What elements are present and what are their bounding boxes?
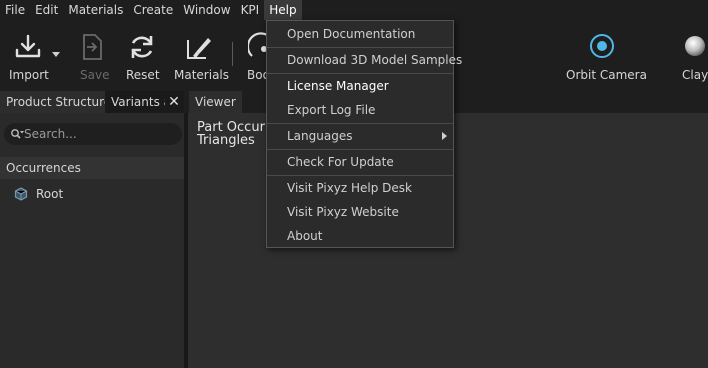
- menu-file[interactable]: File: [0, 0, 30, 20]
- search-box[interactable]: [4, 123, 182, 145]
- orbit-camera-icon: [590, 34, 614, 58]
- save-icon: [83, 34, 102, 60]
- menu-help[interactable]: Help: [264, 0, 302, 20]
- menu-edit[interactable]: Edit: [30, 0, 63, 20]
- menu-window[interactable]: Window: [178, 0, 235, 20]
- clay-sphere-icon: [685, 36, 705, 56]
- orbit-camera-label: Orbit Camera: [566, 68, 647, 82]
- materials-button[interactable]: Materials: [172, 20, 230, 90]
- menu-separator: [267, 175, 453, 176]
- reset-label: Reset: [126, 68, 160, 82]
- menu-separator: [267, 123, 453, 124]
- menu-separator: [267, 73, 453, 74]
- import-button[interactable]: Import: [4, 20, 52, 90]
- clay-label: Clay: [682, 68, 708, 82]
- viewer-stats: Part Occur Triangles: [197, 121, 265, 147]
- import-label: Import: [9, 68, 49, 82]
- stat-triangles: Triangles: [197, 133, 255, 148]
- menu-item-about[interactable]: About: [267, 225, 453, 247]
- menu-item-languages-label: Languages: [287, 129, 353, 143]
- assembly-icon: [14, 187, 28, 201]
- menu-create[interactable]: Create: [128, 0, 178, 20]
- menu-item-languages[interactable]: Languages: [267, 125, 453, 147]
- product-structure-panel: Occurrences Root: [0, 113, 184, 368]
- menu-item-website[interactable]: Visit Pixyz Website: [267, 201, 453, 223]
- search-input[interactable]: [24, 127, 164, 141]
- close-icon[interactable]: ✕: [165, 91, 183, 113]
- reset-icon: [131, 36, 153, 58]
- boo-button[interactable]: Boo: [244, 20, 270, 90]
- import-dropdown-arrow-icon[interactable]: [52, 52, 60, 58]
- import-icon: [15, 34, 41, 58]
- menu-item-download-samples[interactable]: Download 3D Model Samples: [267, 49, 462, 71]
- search-icon: [11, 129, 24, 139]
- tab-product-structure[interactable]: Product Structure: [0, 91, 105, 113]
- menu-item-open-documentation[interactable]: Open Documentation: [267, 23, 453, 45]
- menu-separator: [267, 47, 453, 48]
- submenu-arrow-icon: [442, 132, 447, 140]
- brush-icon: [187, 38, 211, 59]
- menu-item-check-update[interactable]: Check For Update: [267, 151, 453, 173]
- menu-separator: [267, 149, 453, 150]
- tab-viewer[interactable]: Viewer: [189, 91, 242, 113]
- menu-item-export-log[interactable]: Export Log File: [267, 99, 453, 121]
- menu-materials[interactable]: Materials: [63, 0, 128, 20]
- save-button[interactable]: Save: [72, 20, 112, 90]
- help-dropdown-menu: Open Documentation Download 3D Model Sam…: [266, 20, 462, 248]
- menu-kpi[interactable]: KPI: [236, 0, 265, 20]
- tab-variants[interactable]: Variants a: [105, 91, 165, 113]
- tree-item-root-label: Root: [36, 187, 64, 201]
- materials-label: Materials: [174, 68, 230, 82]
- orbit-camera-button[interactable]: Orbit Camera: [560, 20, 647, 90]
- tree-item-root[interactable]: Root: [14, 187, 63, 201]
- menu-bar: File Edit Materials Create Window KPI He…: [0, 0, 708, 20]
- menu-item-license-manager[interactable]: License Manager: [267, 75, 453, 97]
- menu-item-help-desk[interactable]: Visit Pixyz Help Desk: [267, 177, 453, 199]
- save-label: Save: [80, 68, 110, 82]
- clay-button[interactable]: Clay: [680, 20, 708, 90]
- occurrences-header: Occurrences: [0, 157, 184, 179]
- reset-button[interactable]: Reset: [122, 20, 162, 90]
- left-panel-tabs: Product Structure Variants a: [0, 91, 184, 113]
- toolbar-separator: [232, 42, 233, 66]
